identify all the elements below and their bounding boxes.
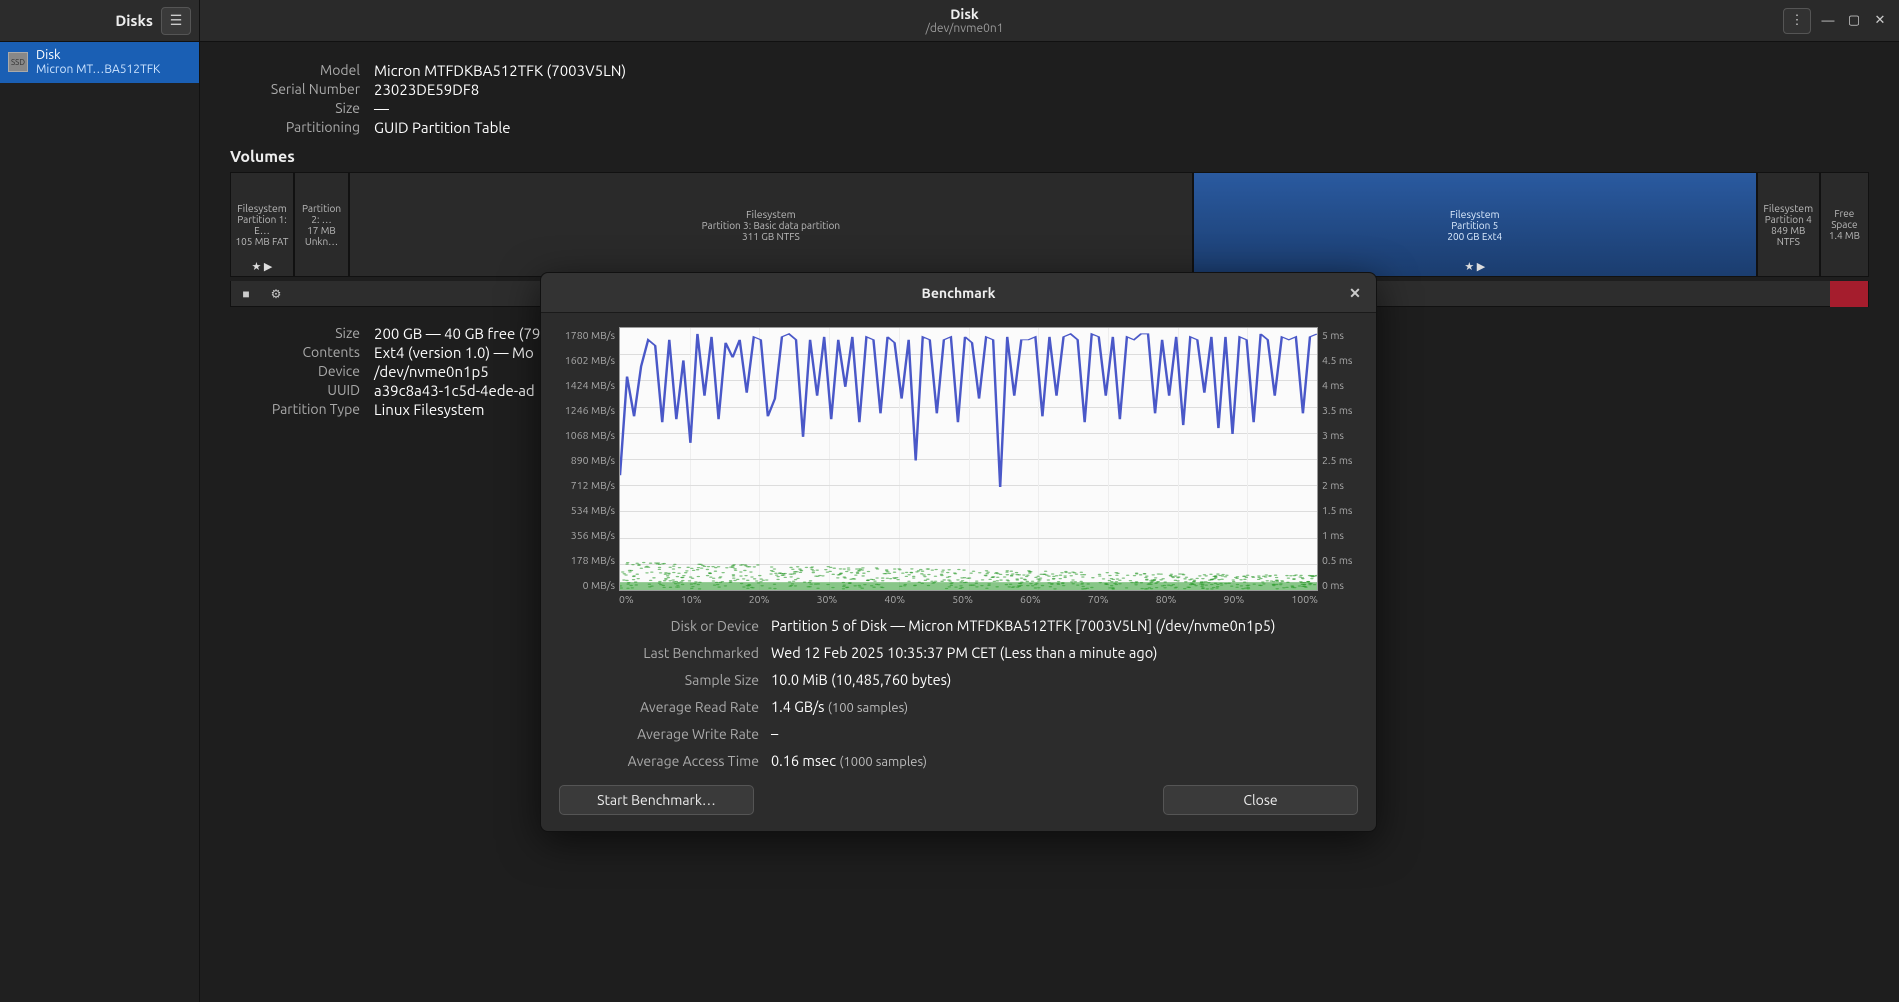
vol-uuid-label: UUID: [230, 382, 360, 399]
vol-device-value: /dev/nvme0n1p5: [374, 363, 489, 380]
volume-status-icons: ★ ▶: [231, 260, 293, 273]
close-button[interactable]: Close: [1163, 785, 1358, 815]
dlg-write-label: Average Write Rate: [559, 726, 759, 742]
dialog-title-bar: Benchmark ✕: [541, 273, 1376, 313]
value-model: Micron MTFDKBA512TFK (7003V5LN): [374, 62, 626, 79]
dlg-sample-label: Sample Size: [559, 672, 759, 688]
volume-item[interactable]: Free Space1.4 MB: [1820, 172, 1869, 277]
window-minimize-button[interactable]: —: [1819, 14, 1837, 28]
vol-parttype-label: Partition Type: [230, 401, 360, 418]
value-partitioning: GUID Partition Table: [374, 119, 511, 136]
window-close-button[interactable]: ✕: [1871, 13, 1889, 28]
chart: 1780 MB/s1602 MB/s1424 MB/s1246 MB/s1068…: [559, 327, 1358, 607]
chart-y-axis-right: 5 ms4.5 ms4 ms3.5 ms3 ms2.5 ms2 ms1.5 ms…: [1318, 327, 1358, 607]
title-bar: Disks ☰ Disk /dev/nvme0n1 ⋮ — ▢ ✕: [0, 0, 1899, 42]
volume-strip: FilesystemPartition 1: E…105 MB FAT★ ▶Pa…: [230, 172, 1869, 277]
row-partitioning: Partitioning GUID Partition Table: [230, 119, 1869, 136]
delete-partition-button[interactable]: [1830, 281, 1868, 307]
sidebar-item-subtitle: Micron MT…BA512TFK: [36, 63, 160, 77]
row-serial: Serial Number 23023DE59DF8: [230, 81, 1869, 98]
label-size: Size: [230, 100, 360, 117]
value-serial: 23023DE59DF8: [374, 81, 479, 98]
title-bar-left: Disks ☰: [0, 0, 200, 41]
more-icon: ⋮: [1791, 13, 1804, 28]
label-model: Model: [230, 62, 360, 79]
dlg-device-label: Disk or Device: [559, 618, 759, 634]
dialog-buttons: Start Benchmark… Close: [559, 785, 1358, 815]
row-size: Size —: [230, 100, 1869, 117]
title-bar-center: Disk /dev/nvme0n1: [200, 0, 1729, 41]
vol-uuid-value: a39c8a43-1c5d-4ede-ad: [374, 382, 535, 399]
chart-y-axis-left: 1780 MB/s1602 MB/s1424 MB/s1246 MB/s1068…: [559, 327, 619, 607]
sidebar-item-disk[interactable]: SSD Disk Micron MT…BA512TFK: [0, 42, 199, 83]
gear-icon: ⚙: [271, 287, 282, 301]
dlg-read-value: 1.4 GB/s (100 samples): [771, 698, 908, 715]
row-model: Model Micron MTFDKBA512TFK (7003V5LN): [230, 62, 1869, 79]
label-serial: Serial Number: [230, 81, 360, 98]
close-icon: ✕: [1875, 13, 1886, 28]
dlg-access-value: 0.16 msec (1000 samples): [771, 752, 927, 769]
value-size: —: [374, 100, 389, 117]
dlg-last-value: Wed 12 Feb 2025 10:35:37 PM CET (Less th…: [771, 644, 1158, 661]
minimize-icon: —: [1822, 14, 1835, 28]
menu-button[interactable]: ☰: [161, 7, 191, 35]
menu-icon: ☰: [170, 12, 183, 29]
dialog-body: 1780 MB/s1602 MB/s1424 MB/s1246 MB/s1068…: [541, 313, 1376, 831]
chart-access-scatter: [620, 328, 1317, 590]
sidebar: SSD Disk Micron MT…BA512TFK: [0, 42, 200, 1002]
header-title: Disk: [950, 6, 979, 22]
sidebar-item-text: Disk Micron MT…BA512TFK: [36, 48, 160, 77]
volume-item[interactable]: FilesystemPartition 1: E…105 MB FAT★ ▶: [230, 172, 294, 277]
chart-x-axis: 0%10%20%30%40%50%60%70%80%90%100%: [619, 591, 1318, 607]
vol-size-value: 200 GB — 40 GB free (79: [374, 325, 540, 342]
vol-device-label: Device: [230, 363, 360, 380]
chart-plot-column: 0%10%20%30%40%50%60%70%80%90%100%: [619, 327, 1318, 607]
dialog-title: Benchmark: [922, 285, 996, 301]
start-benchmark-button[interactable]: Start Benchmark…: [559, 785, 754, 815]
chart-plot-area: [619, 327, 1318, 591]
volume-item[interactable]: Partition 2: …17 MB Unkn…: [294, 172, 349, 277]
dlg-last-label: Last Benchmarked: [559, 645, 759, 661]
volume-item[interactable]: FilesystemPartition 3: Basic data partit…: [349, 172, 1193, 277]
maximize-icon: ▢: [1848, 13, 1860, 28]
title-bar-right: ⋮ — ▢ ✕: [1729, 0, 1899, 41]
sidebar-item-title: Disk: [36, 48, 160, 63]
benchmark-dialog: Benchmark ✕ 1780 MB/s1602 MB/s1424 MB/s1…: [540, 272, 1377, 832]
volume-item[interactable]: FilesystemPartition 5200 GB Ext4★ ▶: [1193, 172, 1757, 277]
app-title: Disks: [8, 12, 153, 29]
window-maximize-button[interactable]: ▢: [1845, 13, 1863, 28]
drive-ssd-icon: SSD: [8, 52, 28, 72]
stop-icon: ■: [242, 287, 249, 301]
volume-settings-button[interactable]: ⚙: [261, 282, 291, 306]
dlg-read-label: Average Read Rate: [559, 699, 759, 715]
dialog-close-button[interactable]: ✕: [1344, 282, 1366, 304]
vol-size-label: Size: [230, 325, 360, 342]
vol-contents-label: Contents: [230, 344, 360, 361]
dlg-write-value: –: [771, 725, 778, 742]
close-icon: ✕: [1349, 285, 1361, 302]
vol-contents-value: Ext4 (version 1.0) — Mo: [374, 344, 534, 361]
header-subtitle: /dev/nvme0n1: [926, 22, 1004, 35]
dlg-device-value: Partition 5 of Disk — Micron MTFDKBA512T…: [771, 617, 1275, 634]
vol-parttype-value: Linux Filesystem: [374, 401, 485, 418]
label-partitioning: Partitioning: [230, 119, 360, 136]
section-volumes-title: Volumes: [230, 148, 1869, 166]
volume-item[interactable]: FilesystemPartition 4849 MB NTFS: [1757, 172, 1820, 277]
dlg-access-label: Average Access Time: [559, 753, 759, 769]
dlg-sample-value: 10.0 MiB (10,485,760 bytes): [771, 671, 951, 688]
drive-menu-button[interactable]: ⋮: [1783, 8, 1811, 34]
unmount-button[interactable]: ■: [231, 282, 261, 306]
